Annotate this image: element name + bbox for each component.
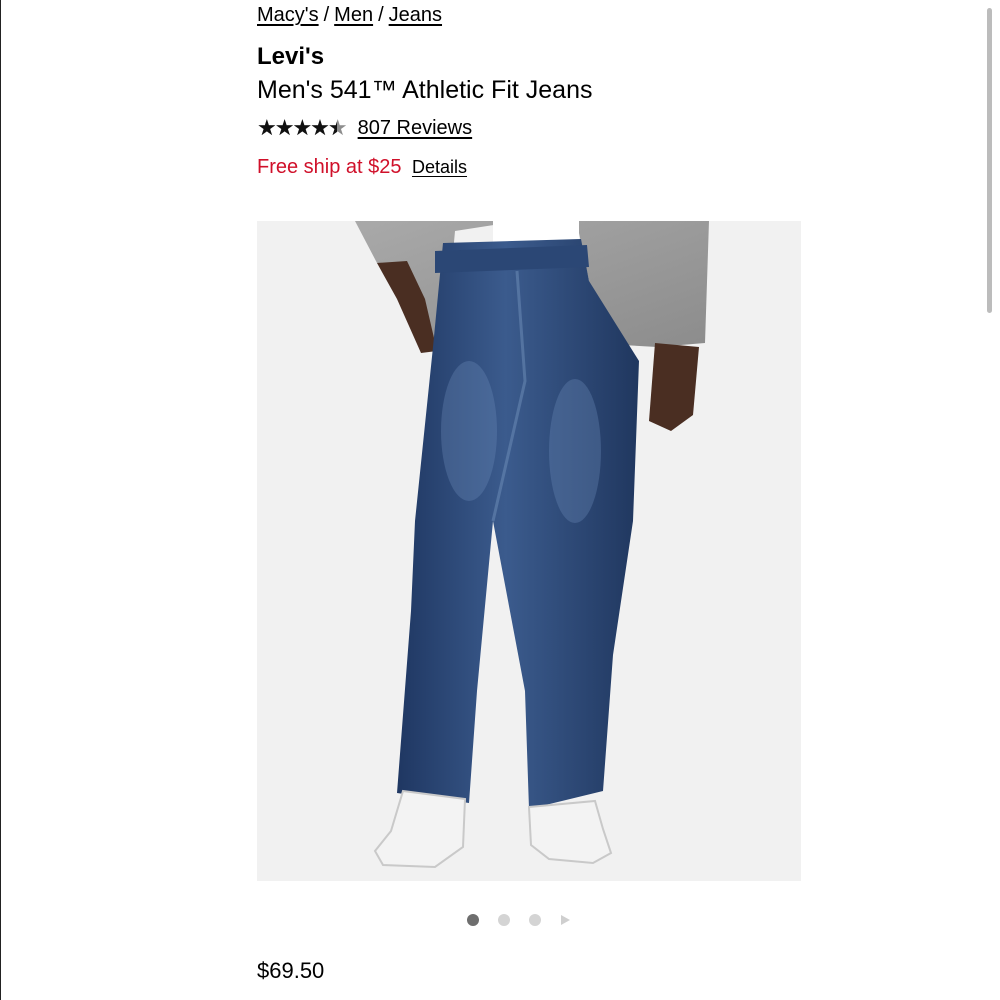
reviews-link[interactable]: 807 Reviews [358,117,473,140]
free-shipping-text: Free ship at $25 [257,156,402,178]
breadcrumb-separator: / [378,4,384,26]
carousel-dot-2[interactable] [498,914,510,926]
play-arrow-icon[interactable] [561,915,570,925]
shipping-promo: Free ship at $25 Details [257,154,467,182]
star-rating-icon[interactable]: ★★★★★ ★★★★★ [257,113,348,143]
product-image[interactable] [257,221,801,881]
shipping-details-link[interactable]: Details [412,157,467,177]
breadcrumb-link-jeans[interactable]: Jeans [389,4,442,26]
carousel-dot-1[interactable] [467,914,479,926]
brand-name[interactable]: Levi's [257,42,324,72]
rating-row: ★★★★★ ★★★★★ 807 Reviews [257,113,472,143]
carousel-dot-3[interactable] [529,914,541,926]
breadcrumb-separator: / [323,4,330,26]
image-carousel-indicator [467,912,570,928]
vertical-scrollbar[interactable] [987,8,992,313]
jeans-model-photo-icon [355,221,709,869]
window-left-border [0,0,1,1000]
breadcrumb-link-macys[interactable]: Macy's [257,4,319,26]
breadcrumb-link-men[interactable]: Men [334,4,373,26]
product-price: $69.50 [257,958,325,983]
breadcrumb: Macy's / Men / Jeans [257,2,442,28]
product-title: Men's 541™ Athletic Fit Jeans [257,76,593,104]
